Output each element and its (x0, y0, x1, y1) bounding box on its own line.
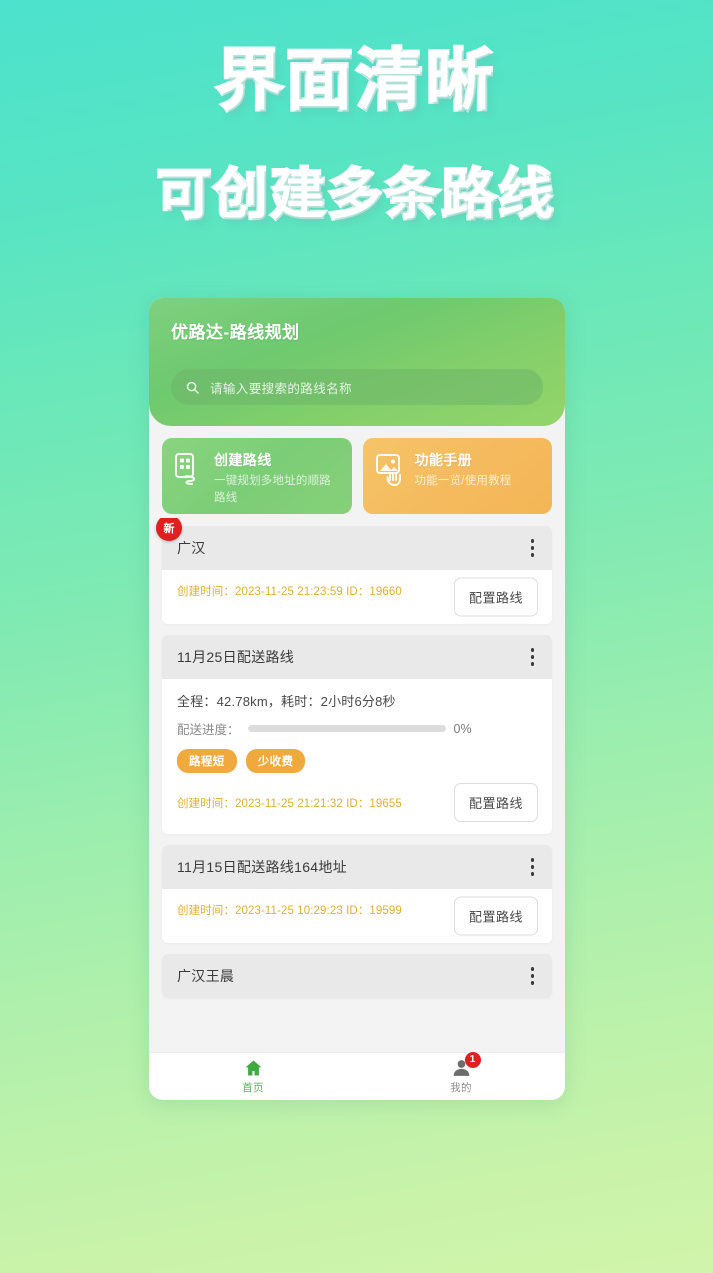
bottom-navigation: 首页 1 我的 (149, 1052, 565, 1100)
promo-line-1: 界面清晰 (215, 42, 497, 119)
nav-item-home[interactable]: 首页 (149, 1053, 357, 1100)
create-route-subtitle: 一键规划多地址的顺路路线 (214, 475, 331, 504)
route-tag[interactable]: 路程短 (177, 749, 237, 773)
progress-label: 配送进度： (177, 723, 240, 737)
route-card-header[interactable]: 11月25日配送路线 (162, 635, 552, 679)
promo-line-2: 可创建多条路线 (155, 163, 556, 226)
route-card[interactable]: 新 广汉 创建时间：2023-11-25 21:23:59 ID：19660 配… (156, 518, 552, 624)
route-name: 广汉 (177, 540, 206, 556)
route-card[interactable]: 广汉王晨 (162, 954, 552, 998)
manual-subtitle: 功能一览/使用教程 (414, 475, 512, 487)
route-meta-row: 创建时间：2023-11-25 21:21:32 ID：19655 配置路线 (177, 783, 538, 822)
route-card-header[interactable]: 广汉王晨 (162, 954, 552, 998)
progress-percent: 0% (453, 721, 472, 736)
user-icon: 1 (451, 1052, 481, 1078)
route-menu-icon[interactable] (527, 852, 539, 882)
route-menu-icon[interactable] (527, 961, 539, 991)
home-icon (243, 1058, 264, 1078)
quick-action-row: 创建路线 一键规划多地址的顺路路线 功能手册 功能一览/使用教程 (149, 426, 565, 518)
building-route-icon (173, 452, 205, 491)
delivery-progress: 配送进度： 0% (177, 719, 538, 738)
promo-headline: 界面清晰 可创建多条路线 (0, 42, 713, 226)
manual-image-icon (374, 452, 406, 491)
route-stats: 全程：42.78km，耗时：2小时6分8秒 (177, 694, 396, 709)
route-meta: 创建时间：2023-11-25 21:23:59 ID：19660 (177, 586, 402, 598)
route-menu-icon[interactable] (527, 642, 539, 672)
app-header: 优路达-路线规划 请输入要搜索的路线名称 (149, 298, 565, 426)
configure-route-button[interactable]: 配置路线 (453, 783, 538, 822)
search-icon (185, 380, 200, 395)
app-title: 优路达-路线规划 (171, 323, 300, 342)
nav-item-profile[interactable]: 1 我的 (357, 1052, 565, 1100)
route-card-header[interactable]: 11月15日配送路线164地址 (162, 845, 552, 889)
create-route-title: 创建路线 (214, 452, 272, 468)
configure-route-button[interactable]: 配置路线 (453, 577, 538, 617)
search-placeholder: 请输入要搜索的路线名称 (210, 381, 352, 396)
route-tag-row: 路程短 少收费 (177, 749, 538, 773)
route-card-body: 全程：42.78km，耗时：2小时6分8秒 配送进度： 0% 路程短 少收费 创… (162, 679, 552, 834)
create-route-card[interactable]: 创建路线 一键规划多地址的顺路路线 (162, 438, 352, 514)
manual-card[interactable]: 功能手册 功能一览/使用教程 (362, 438, 552, 514)
nav-label-home: 首页 (242, 1082, 264, 1094)
route-name: 广汉王晨 (177, 968, 235, 984)
profile-badge: 1 (464, 1052, 481, 1068)
route-card-header[interactable]: 广汉 (162, 526, 552, 570)
phone-screen: 优路达-路线规划 请输入要搜索的路线名称 创建路线 一键规划多地址的顺路路线 功… (149, 298, 565, 1100)
route-name: 11月25日配送路线 (177, 649, 295, 665)
configure-route-button[interactable]: 配置路线 (453, 896, 538, 936)
route-name: 11月15日配送路线164地址 (177, 859, 347, 875)
route-card-body: 创建时间：2023-11-25 21:23:59 ID：19660 配置路线 (162, 570, 552, 624)
nav-label-profile: 我的 (450, 1082, 472, 1094)
search-input[interactable]: 请输入要搜索的路线名称 (171, 369, 543, 405)
route-meta: 创建时间：2023-11-25 10:29:23 ID：19599 (177, 905, 402, 917)
route-card[interactable]: 11月25日配送路线 全程：42.78km，耗时：2小时6分8秒 配送进度： 0… (162, 635, 552, 834)
route-card[interactable]: 11月15日配送路线164地址 创建时间：2023-11-25 10:29:23… (162, 845, 552, 943)
route-menu-icon[interactable] (527, 533, 539, 563)
route-card-body: 创建时间：2023-11-25 10:29:23 ID：19599 配置路线 (162, 889, 552, 943)
route-meta: 创建时间：2023-11-25 21:21:32 ID：19655 (177, 797, 402, 810)
route-tag[interactable]: 少收费 (245, 749, 306, 773)
route-list[interactable]: 新 广汉 创建时间：2023-11-25 21:23:59 ID：19660 配… (149, 518, 565, 1052)
manual-title: 功能手册 (414, 452, 473, 468)
progress-track (247, 725, 446, 732)
